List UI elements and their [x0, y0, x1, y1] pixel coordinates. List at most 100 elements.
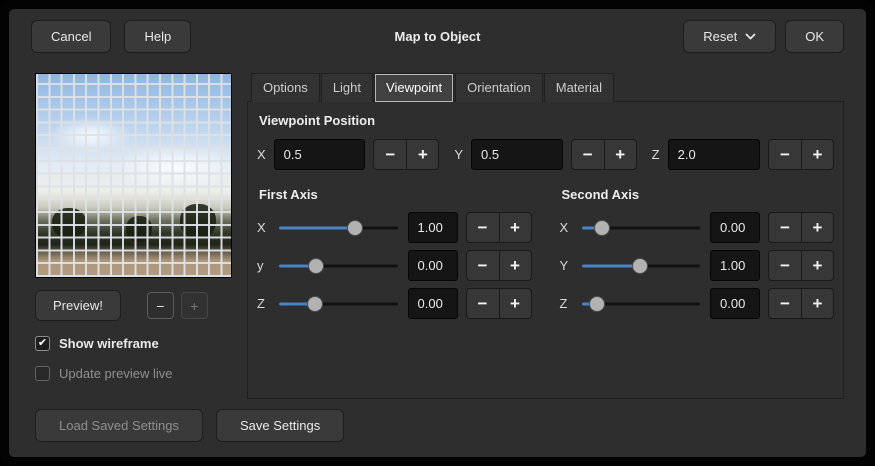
show-wireframe-row: ✔ Show wireframe — [35, 336, 235, 351]
minus-icon: − — [156, 298, 164, 314]
slider-thumb[interactable] — [308, 258, 324, 274]
reset-button[interactable]: Reset — [683, 20, 776, 53]
slider-thumb[interactable] — [632, 258, 648, 274]
update-preview-live-label: Update preview live — [59, 366, 172, 381]
first-axis-x-decrement-button[interactable]: − — [466, 212, 499, 243]
second-axis-x-increment-button[interactable]: + — [801, 212, 834, 243]
second-axis-x-slider[interactable] — [580, 212, 703, 243]
position-x-spinner: − + — [373, 139, 439, 170]
tab-orientation[interactable]: Orientation — [455, 73, 543, 102]
first-axis-y-spinner: − + — [466, 250, 532, 281]
second-axis-x-decrement-button[interactable]: − — [768, 212, 801, 243]
header-right-buttons: Reset OK — [683, 20, 844, 53]
first-axis-z-increment-button[interactable]: + — [499, 288, 532, 319]
show-wireframe-checkbox[interactable]: ✔ — [35, 336, 50, 351]
second-axis-z-row: Z 0.00 − + — [560, 288, 835, 319]
second-axis-y-value[interactable]: 1.00 — [710, 250, 760, 281]
position-z-spinner: − + — [768, 139, 834, 170]
second-axis-x-spinner: − + — [768, 212, 834, 243]
second-axis-y-label: Y — [560, 258, 572, 273]
first-axis-x-label: X — [257, 220, 269, 235]
window-frame: Map to Object Cancel Help Reset OK — [0, 0, 875, 466]
dialog-footer: Load Saved Settings Save Settings — [9, 399, 866, 445]
position-x-input[interactable]: 0.5 — [274, 139, 366, 170]
chevron-down-icon — [745, 33, 756, 40]
first-axis-x-increment-button[interactable]: + — [499, 212, 532, 243]
first-axis-y-row: y 0.00 − + — [257, 250, 532, 281]
load-saved-settings-button[interactable]: Load Saved Settings — [35, 409, 203, 442]
first-axis-y-increment-button[interactable]: + — [499, 250, 532, 281]
second-axis-y-slider[interactable] — [580, 250, 703, 281]
update-preview-live-checkbox[interactable] — [35, 366, 50, 381]
zoom-out-button[interactable]: − — [147, 292, 174, 319]
position-z-input[interactable]: 2.0 — [668, 139, 760, 170]
tab-material[interactable]: Material — [544, 73, 614, 102]
position-y-increment-button[interactable]: + — [604, 139, 637, 170]
position-z-decrement-button[interactable]: − — [768, 139, 801, 170]
first-axis-z-slider[interactable] — [277, 288, 400, 319]
second-axis-x-label: X — [560, 220, 572, 235]
second-axis-z-label: Z — [560, 296, 572, 311]
second-axis-x-row: X 0.00 − + — [560, 212, 835, 243]
first-axis-y-label: y — [257, 258, 269, 273]
second-axis-z-value[interactable]: 0.00 — [710, 288, 760, 319]
plus-icon: + — [190, 298, 198, 314]
first-axis-y-slider[interactable] — [277, 250, 400, 281]
axes-section: First Axis X 1.00 − — [257, 187, 834, 326]
wireframe-grid-overlay — [36, 74, 231, 277]
tab-light[interactable]: Light — [321, 73, 373, 102]
first-axis-x-value[interactable]: 1.00 — [408, 212, 458, 243]
save-settings-button[interactable]: Save Settings — [216, 409, 344, 442]
slider-thumb[interactable] — [347, 220, 363, 236]
position-x-increment-button[interactable]: + — [406, 139, 439, 170]
position-x-label: X — [257, 147, 266, 162]
tab-viewpoint[interactable]: Viewpoint — [374, 73, 454, 102]
first-axis-z-label: Z — [257, 296, 269, 311]
slider-thumb[interactable] — [594, 220, 610, 236]
second-axis-y-decrement-button[interactable]: − — [768, 250, 801, 281]
settings-column: Options Light Viewpoint Orientation Mate… — [247, 73, 844, 399]
first-axis-y-value[interactable]: 0.00 — [408, 250, 458, 281]
second-axis-z-decrement-button[interactable]: − — [768, 288, 801, 319]
dialog-header: Map to Object Cancel Help Reset OK — [9, 9, 866, 63]
position-z-increment-button[interactable]: + — [801, 139, 834, 170]
zoom-in-button[interactable]: + — [181, 292, 208, 319]
second-axis-y-increment-button[interactable]: + — [801, 250, 834, 281]
position-z-group: Z 2.0 − + — [652, 139, 834, 170]
zoom-buttons: − + — [147, 292, 208, 319]
second-axis-column: Second Axis X 0.00 − — [560, 187, 835, 326]
first-axis-x-row: X 1.00 − + — [257, 212, 532, 243]
position-y-spinner: − + — [571, 139, 637, 170]
position-x-decrement-button[interactable]: − — [373, 139, 406, 170]
second-axis-z-spinner: − + — [768, 288, 834, 319]
position-y-decrement-button[interactable]: − — [571, 139, 604, 170]
header-left-buttons: Cancel Help — [31, 20, 191, 53]
position-z-label: Z — [652, 147, 660, 162]
reset-button-label: Reset — [703, 29, 737, 44]
first-axis-y-decrement-button[interactable]: − — [466, 250, 499, 281]
position-y-input[interactable]: 0.5 — [471, 139, 563, 170]
tab-options[interactable]: Options — [251, 73, 320, 102]
map-to-object-dialog: Map to Object Cancel Help Reset OK — [9, 9, 866, 457]
viewpoint-position-title: Viewpoint Position — [259, 113, 834, 128]
first-axis-z-value[interactable]: 0.00 — [408, 288, 458, 319]
position-x-group: X 0.5 − + — [257, 139, 439, 170]
slider-thumb[interactable] — [589, 296, 605, 312]
second-axis-z-increment-button[interactable]: + — [801, 288, 834, 319]
preview-column: Preview! − + ✔ Show wireframe Update pre… — [35, 73, 235, 399]
first-axis-z-decrement-button[interactable]: − — [466, 288, 499, 319]
dialog-content: Preview! − + ✔ Show wireframe Update pre… — [9, 63, 866, 399]
preview-button[interactable]: Preview! — [35, 290, 121, 321]
slider-thumb[interactable] — [307, 296, 323, 312]
slider-fill — [279, 226, 357, 229]
second-axis-z-slider[interactable] — [580, 288, 703, 319]
ok-button[interactable]: OK — [785, 20, 844, 53]
second-axis-x-value[interactable]: 0.00 — [710, 212, 760, 243]
viewpoint-position-row: X 0.5 − + Y 0.5 − + — [257, 139, 834, 170]
cancel-button[interactable]: Cancel — [31, 20, 111, 53]
first-axis-x-slider[interactable] — [277, 212, 400, 243]
help-button[interactable]: Help — [124, 20, 191, 53]
first-axis-title: First Axis — [259, 187, 532, 202]
preview-controls: Preview! − + — [35, 290, 235, 321]
notebook-tabs: Options Light Viewpoint Orientation Mate… — [247, 73, 844, 102]
